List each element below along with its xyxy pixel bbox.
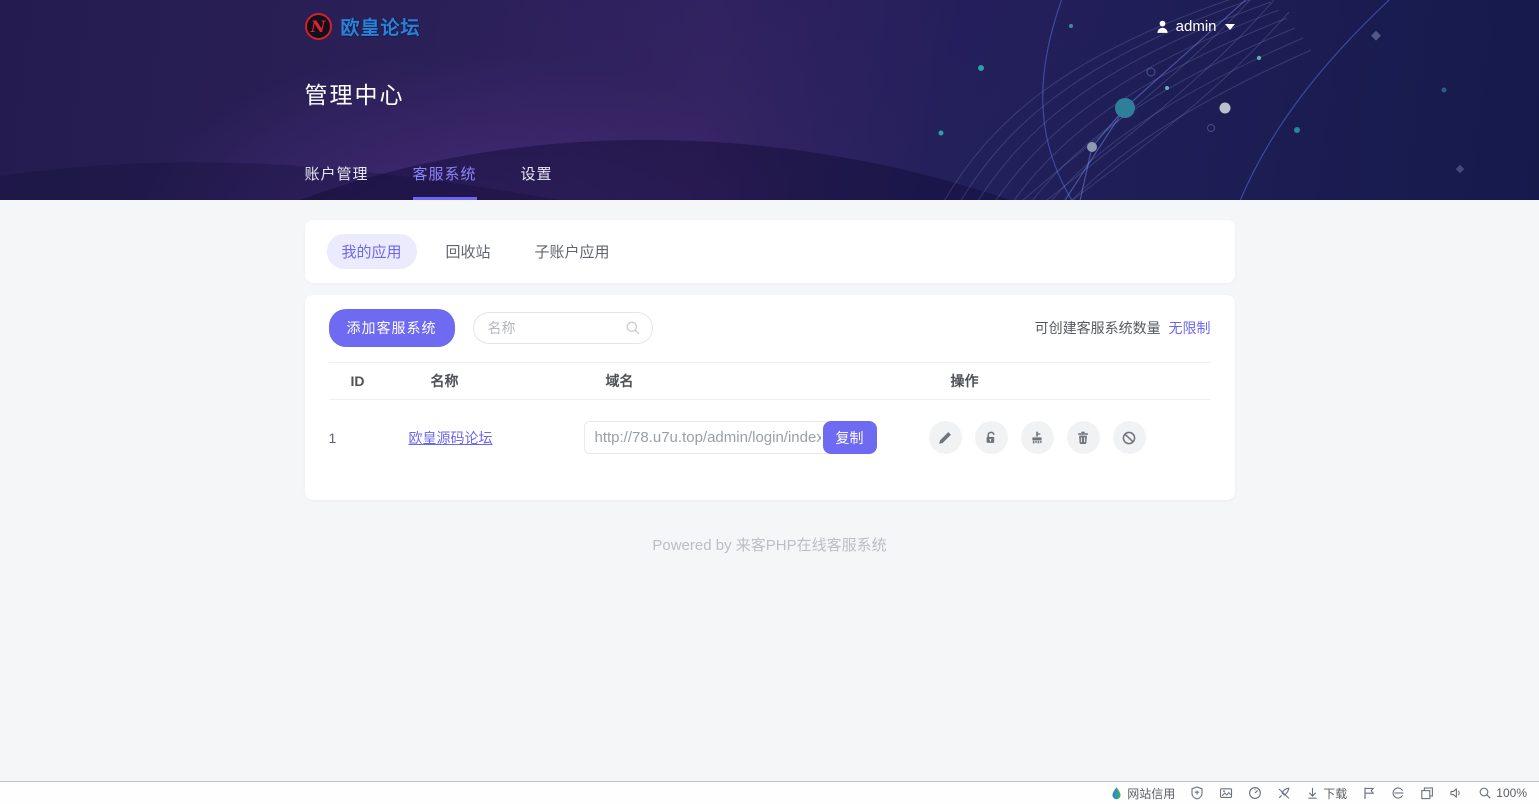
col-actions: 操作	[951, 371, 1211, 391]
download-label: 下载	[1323, 785, 1347, 802]
tab-settings[interactable]: 设置	[521, 163, 553, 200]
quota-label: 可创建客服系统数量	[1035, 320, 1161, 336]
toolbar: 添加客服系统 可创建客服系统数量 无限制	[329, 309, 1211, 347]
site-credit-label: 网站信用	[1127, 785, 1175, 802]
table-row: 1 欧皇源码论坛 复制	[329, 400, 1211, 478]
main-tabs: 账户管理 客服系统 设置	[305, 163, 1235, 200]
edit-icon	[937, 430, 953, 446]
service-table: ID 名称 域名 操作 1 欧皇源码论坛 复制	[329, 362, 1211, 478]
compatibility-mode-item[interactable]	[1391, 786, 1405, 800]
user-menu[interactable]: admin	[1155, 18, 1235, 35]
main-content: 我的应用 回收站 子账户应用 添加客服系统 可创建客服系统数量 无限制	[0, 220, 1539, 800]
browser-status-bar: 网站信用 下载	[0, 781, 1539, 804]
tab-customer-service[interactable]: 客服系统	[413, 163, 477, 200]
powered-by-text: Powered by 来客PHP在线客服系统	[305, 534, 1235, 615]
username: admin	[1176, 18, 1217, 35]
unlock-icon	[983, 430, 999, 446]
flag-icon	[1362, 786, 1376, 800]
window-mode-item[interactable]	[1420, 786, 1434, 800]
tab-account-management[interactable]: 账户管理	[305, 163, 369, 200]
user-icon	[1155, 19, 1170, 34]
subtab-card: 我的应用 回收站 子账户应用	[305, 220, 1235, 283]
search-icon[interactable]	[625, 320, 641, 336]
zoom-control[interactable]: 100%	[1478, 786, 1527, 800]
rocket-icon	[1277, 786, 1291, 800]
speed-mode-item[interactable]	[1248, 786, 1262, 800]
droplet-icon	[1110, 786, 1123, 800]
quota-info: 可创建客服系统数量 无限制	[1035, 318, 1211, 338]
window-restore-icon	[1420, 786, 1434, 800]
gauge-icon	[1248, 786, 1262, 800]
clean-icon	[1029, 430, 1045, 446]
disable-icon	[1121, 430, 1137, 446]
subtab-recycle-bin[interactable]: 回收站	[431, 234, 506, 269]
mute-item[interactable]	[1449, 786, 1463, 800]
copy-button[interactable]: 复制	[823, 421, 877, 454]
subtab-subaccount-apps[interactable]: 子账户应用	[520, 234, 625, 269]
download-arrow-icon	[1306, 786, 1319, 800]
zoom-level: 100%	[1496, 786, 1527, 800]
domain-cell: 复制	[584, 421, 929, 454]
col-domain: 域名	[606, 371, 951, 391]
chevron-down-icon	[1225, 24, 1235, 30]
row-id: 1	[329, 430, 409, 446]
table-header-row: ID 名称 域名 操作	[329, 362, 1211, 400]
clean-button[interactable]	[1021, 421, 1054, 454]
delete-button[interactable]	[1067, 421, 1100, 454]
delete-icon	[1075, 430, 1091, 446]
edit-button[interactable]	[929, 421, 962, 454]
subtab-my-apps[interactable]: 我的应用	[327, 234, 417, 269]
unlock-button[interactable]	[975, 421, 1008, 454]
site-credit-item[interactable]: 网站信用	[1110, 785, 1175, 802]
col-id: ID	[351, 373, 431, 389]
security-shield-item[interactable]	[1190, 786, 1204, 800]
page-title: 管理中心	[305, 76, 1235, 110]
list-card: 添加客服系统 可创建客服系统数量 无限制 ID 名称 域名	[305, 295, 1235, 500]
accelerator-item[interactable]	[1277, 786, 1291, 800]
magnifier-icon	[1478, 786, 1492, 800]
domain-input[interactable]	[584, 421, 832, 454]
logo-text: 欧皇论坛	[341, 13, 421, 40]
speaker-icon	[1449, 786, 1463, 800]
service-name-link[interactable]: 欧皇源码论坛	[409, 430, 493, 446]
shield-icon	[1190, 786, 1204, 800]
logo-icon: N	[305, 13, 332, 40]
search-box	[473, 312, 653, 344]
col-name: 名称	[431, 371, 606, 391]
download-item[interactable]: 下载	[1306, 785, 1347, 802]
ie-icon	[1391, 786, 1405, 800]
site-logo[interactable]: N 欧皇论坛	[305, 13, 421, 40]
row-actions	[929, 421, 1211, 454]
quota-value-link[interactable]: 无限制	[1169, 320, 1211, 336]
images-toggle-item[interactable]	[1219, 786, 1233, 800]
add-service-button[interactable]: 添加客服系统	[329, 309, 455, 347]
image-icon	[1219, 786, 1233, 800]
hero-header: N 欧皇论坛 admin 管理中心 账户管理 客服系统 设置	[0, 0, 1539, 200]
disable-button[interactable]	[1113, 421, 1146, 454]
report-flag-item[interactable]	[1362, 786, 1376, 800]
